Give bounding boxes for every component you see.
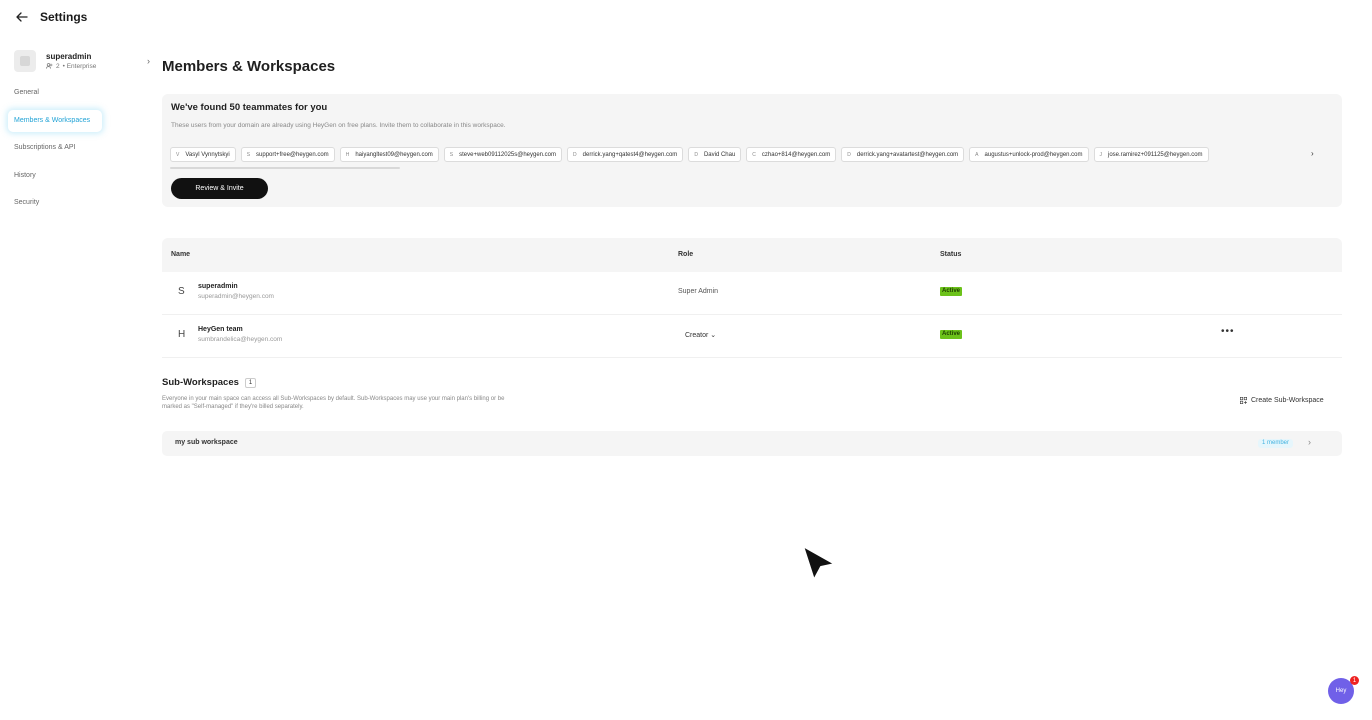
sidebar-item-history[interactable]: History bbox=[8, 165, 156, 187]
teammate-chip[interactable]: Dderrick.yang+qatest4@heygen.com bbox=[567, 147, 684, 162]
teammate-chip[interactable]: Aaugustus+unlock-prod@heygen.com bbox=[969, 147, 1089, 162]
teammate-chip[interactable]: Cczhao+814@heygen.com bbox=[746, 147, 837, 162]
teammate-chip[interactable]: Jjose.ramirez+091125@heygen.com bbox=[1093, 147, 1209, 162]
table-header: Name Role Status bbox=[162, 238, 1342, 272]
status-badge: Active bbox=[940, 330, 963, 339]
sub-workspace-member-badge: 1 member bbox=[1258, 439, 1294, 448]
account-member-count: 2 bbox=[56, 63, 60, 70]
status-badge: Active bbox=[940, 287, 963, 296]
arrow-left-icon[interactable] bbox=[16, 10, 30, 24]
sidebar-item-members-workspaces[interactable]: Members & Workspaces bbox=[8, 109, 102, 132]
account-plan: • Enterprise bbox=[62, 63, 97, 70]
create-sub-workspace-label: Create Sub-Workspace bbox=[1251, 397, 1324, 404]
member-name: superadmin bbox=[198, 283, 238, 290]
sub-workspace-item[interactable]: my sub workspace 1 member › bbox=[162, 431, 1342, 456]
teammate-chips: V Vasyl Vynnytskyi Ssupport+free@heygen.c… bbox=[170, 147, 1310, 163]
teammate-chip[interactable]: D David Chau bbox=[688, 147, 742, 162]
create-sub-workspace-button[interactable]: Create Sub-Workspace bbox=[1240, 397, 1324, 404]
sub-workspaces-header: Sub-Workspaces 1 bbox=[162, 377, 257, 388]
member-avatar: S bbox=[178, 286, 185, 297]
sub-workspace-name: my sub workspace bbox=[175, 439, 238, 446]
chevron-right-icon: › bbox=[1308, 437, 1311, 447]
teammate-chip[interactable]: Ssteve+web09112025s@heygen.com bbox=[443, 147, 563, 162]
member-email: sumbrandelica@heygen.com bbox=[198, 336, 283, 343]
chips-scrollbar[interactable] bbox=[170, 167, 400, 169]
sidebar-item-subscriptions-api[interactable]: Subscriptions & API bbox=[8, 137, 156, 159]
member-name: HeyGen team bbox=[198, 326, 243, 333]
top-bar: Settings bbox=[0, 0, 1372, 34]
column-header-status: Status bbox=[940, 251, 962, 258]
sidebar: superadmin 2 • Enterprise › General Memb… bbox=[8, 44, 156, 220]
teammate-chip[interactable]: Ssupport+free@heygen.com bbox=[240, 147, 335, 162]
invite-teammates-card: We've found 50 teammates for you These u… bbox=[162, 94, 1342, 207]
review-invite-button[interactable]: Review & Invite bbox=[171, 178, 268, 199]
page-header-title: Settings bbox=[40, 10, 88, 24]
more-options-icon[interactable]: ••• bbox=[1221, 326, 1235, 337]
mouse-pointer-icon bbox=[800, 543, 838, 583]
help-chat-label: Hey bbox=[1335, 688, 1347, 694]
invite-description: These users from your domain are already… bbox=[171, 122, 506, 129]
sub-workspaces-description: Everyone in your main space can access a… bbox=[162, 396, 505, 410]
workspace-avatar bbox=[14, 50, 36, 72]
account-name: superadmin bbox=[46, 51, 92, 61]
sidebar-nav: General Members & Workspaces Subscriptio… bbox=[8, 82, 156, 214]
member-avatar: H bbox=[178, 329, 186, 340]
account-switcher[interactable]: superadmin 2 • Enterprise › bbox=[8, 44, 156, 78]
role-dropdown[interactable]: Creator ⌄ bbox=[685, 331, 716, 339]
invite-title: We've found 50 teammates for you bbox=[171, 102, 328, 113]
page-title: Members & Workspaces bbox=[162, 58, 336, 75]
table-row: H HeyGen team sumbrandelica@heygen.com C… bbox=[162, 315, 1342, 358]
sub-workspaces-title: Sub-Workspaces bbox=[162, 377, 239, 388]
sub-workspaces-count: 1 bbox=[244, 377, 257, 388]
chevron-right-icon: › bbox=[147, 56, 150, 66]
notification-badge: 1 bbox=[1350, 676, 1359, 685]
grid-plus-icon bbox=[1240, 397, 1247, 404]
column-header-role: Role bbox=[678, 251, 694, 258]
table-row: S superadmin superadmin@heygen.com Super… bbox=[162, 272, 1342, 315]
member-email: superadmin@heygen.com bbox=[198, 293, 274, 300]
members-icon bbox=[46, 62, 53, 71]
member-role: Super Admin bbox=[678, 288, 719, 295]
sidebar-item-security[interactable]: Security bbox=[8, 192, 156, 214]
teammate-chip[interactable]: V Vasyl Vynnytskyi bbox=[170, 147, 236, 162]
teammate-chip[interactable]: Hhaiyangltest09@heygen.com bbox=[339, 147, 439, 162]
teammate-chip[interactable]: Dderrick.yang+avatartest@heygen.com bbox=[841, 147, 965, 162]
column-header-name: Name bbox=[171, 251, 191, 258]
sidebar-item-general[interactable]: General bbox=[8, 82, 156, 104]
members-table: Name Role Status S superadmin superadmin… bbox=[162, 238, 1342, 358]
chevron-right-icon[interactable]: › bbox=[1311, 149, 1314, 158]
